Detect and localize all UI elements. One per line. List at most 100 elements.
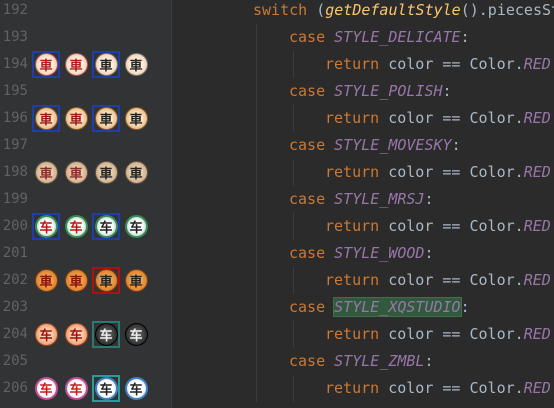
line-number: 194: [2, 56, 28, 72]
indent-guide: [256, 132, 257, 159]
code-line-200[interactable]: 200 车 车 车 车 return color == Color.RED: [0, 213, 554, 240]
return-keyword: return: [325, 271, 380, 289]
case-constant[interactable]: STYLE_POLISH: [334, 82, 442, 100]
case-constant[interactable]: STYLE_DELICATE: [334, 28, 460, 46]
case-statement[interactable]: case STYLE_MRSJ:: [289, 186, 434, 213]
piece-icon: 车: [62, 375, 90, 402]
indent-guide: [256, 267, 257, 294]
piece-icon: 车: [32, 321, 60, 348]
code-line-197[interactable]: 197 case STYLE_MOVESKY:: [0, 132, 554, 159]
case-constant[interactable]: STYLE_WOOD: [334, 244, 424, 262]
color-red: RED: [523, 55, 551, 73]
case-keyword: case: [289, 82, 326, 100]
line-number: 192: [2, 2, 28, 18]
return-statement[interactable]: return color == Color.RED: [325, 51, 551, 78]
return-keyword: return: [325, 109, 380, 127]
indent-guide: [256, 78, 257, 105]
colon: :: [460, 28, 470, 46]
indent-guide: [256, 294, 257, 321]
color-red: RED: [523, 163, 551, 181]
colon: :: [424, 244, 434, 262]
return-statement[interactable]: return color == Color.RED: [325, 213, 551, 240]
code-line-192[interactable]: 192 switch (getDefaultStyle().piecesSt: [0, 0, 554, 24]
indent-guide: [256, 375, 257, 402]
code-line-194[interactable]: 194 車 車 車 車 return color == Color.RED: [0, 51, 554, 78]
return-statement[interactable]: return color == Color.RED: [325, 375, 551, 402]
switch-rest: ().piecesSt: [460, 1, 554, 19]
switch-statement[interactable]: switch (getDefaultStyle().piecesSt: [253, 0, 554, 24]
color-red: RED: [523, 325, 551, 343]
case-constant-highlighted[interactable]: STYLE_XQSTUDIO: [333, 297, 462, 317]
indent-guide: [293, 267, 294, 294]
case-statement[interactable]: case STYLE_POLISH:: [289, 78, 452, 105]
indent-guide: [293, 51, 294, 78]
piece-icon: 車: [122, 105, 150, 132]
case-statement[interactable]: case STYLE_WOOD:: [289, 240, 434, 267]
return-body: color == Color.: [379, 55, 524, 73]
code-line-199[interactable]: 199 case STYLE_MRSJ:: [0, 186, 554, 213]
return-statement[interactable]: return color == Color.RED: [325, 159, 551, 186]
code-line-204[interactable]: 204 车 车 车 车 return color == Color.RED: [0, 321, 554, 348]
indent-guide: [293, 321, 294, 348]
code-line-203[interactable]: 203 case STYLE_XQSTUDIO:: [0, 294, 554, 321]
gutter-icons-delicate: 車 車 車 車: [32, 51, 150, 78]
indent-guide: [293, 159, 294, 186]
case-constant[interactable]: STYLE_ZMBL: [334, 352, 424, 370]
indent-guide: [256, 186, 257, 213]
case-keyword: case: [289, 28, 326, 46]
piece-icon: 车: [62, 213, 90, 240]
gutter-icons-zmbl: 车 车 车 车: [32, 375, 150, 402]
return-statement[interactable]: return color == Color.RED: [325, 321, 551, 348]
indent-guide: [256, 321, 257, 348]
piece-icon: 車: [62, 105, 90, 132]
case-statement[interactable]: case STYLE_XQSTUDIO:: [289, 294, 470, 321]
piece-icon: 車: [32, 51, 60, 78]
line-number: 203: [2, 299, 28, 315]
indent-guide: [293, 213, 294, 240]
colon: :: [451, 136, 461, 154]
line-number: 206: [2, 380, 28, 396]
colon: :: [460, 298, 470, 316]
piece-icon: 车: [122, 321, 150, 348]
line-number: 198: [2, 164, 28, 180]
color-red: RED: [523, 217, 551, 235]
return-keyword: return: [325, 163, 380, 181]
piece-icon: 車: [92, 105, 120, 132]
return-keyword: return: [325, 325, 380, 343]
code-line-205[interactable]: 205 case STYLE_ZMBL:: [0, 348, 554, 375]
case-keyword: case: [289, 352, 326, 370]
case-statement[interactable]: case STYLE_DELICATE:: [289, 24, 470, 51]
color-red: RED: [523, 271, 551, 289]
indent-guide: [256, 240, 257, 267]
piece-icon: 車: [62, 267, 90, 294]
case-keyword: case: [289, 244, 326, 262]
piece-icon: 車: [32, 159, 60, 186]
case-statement[interactable]: case STYLE_ZMBL:: [289, 348, 434, 375]
code-line-201[interactable]: 201 case STYLE_WOOD:: [0, 240, 554, 267]
code-line-195[interactable]: 195 case STYLE_POLISH:: [0, 78, 554, 105]
colon: :: [424, 190, 434, 208]
indent-guide: [256, 51, 257, 78]
method-name[interactable]: getDefaultStyle: [325, 1, 460, 19]
case-keyword: case: [289, 190, 326, 208]
piece-icon: 車: [122, 51, 150, 78]
return-statement[interactable]: return color == Color.RED: [325, 105, 551, 132]
code-line-196[interactable]: 196 車 車 車 車 return color == Color.RED: [0, 105, 554, 132]
piece-icon: 車: [92, 51, 120, 78]
code-line-198[interactable]: 198 車 車 車 車 return color == Color.RED: [0, 159, 554, 186]
case-constant[interactable]: STYLE_MOVESKY: [334, 136, 451, 154]
code-line-193[interactable]: 193 case STYLE_DELICATE:: [0, 24, 554, 51]
case-statement[interactable]: case STYLE_MOVESKY:: [289, 132, 461, 159]
code-line-202[interactable]: 202 車 車 車 車 return color == Color.RED: [0, 267, 554, 294]
indent-guide: [256, 105, 257, 132]
code-line-206[interactable]: 206 车 车 车 车 return color == Color.RED: [0, 375, 554, 402]
indent-guide: [256, 24, 257, 51]
return-body: color == Color.: [379, 163, 524, 181]
switch-keyword: switch: [253, 1, 308, 19]
piece-icon: 车: [32, 213, 60, 240]
return-body: color == Color.: [379, 379, 524, 397]
case-constant[interactable]: STYLE_MRSJ: [334, 190, 424, 208]
colon: :: [424, 352, 434, 370]
return-statement[interactable]: return color == Color.RED: [325, 267, 551, 294]
gutter-icons-movesky: 車 車 車 車: [32, 159, 150, 186]
